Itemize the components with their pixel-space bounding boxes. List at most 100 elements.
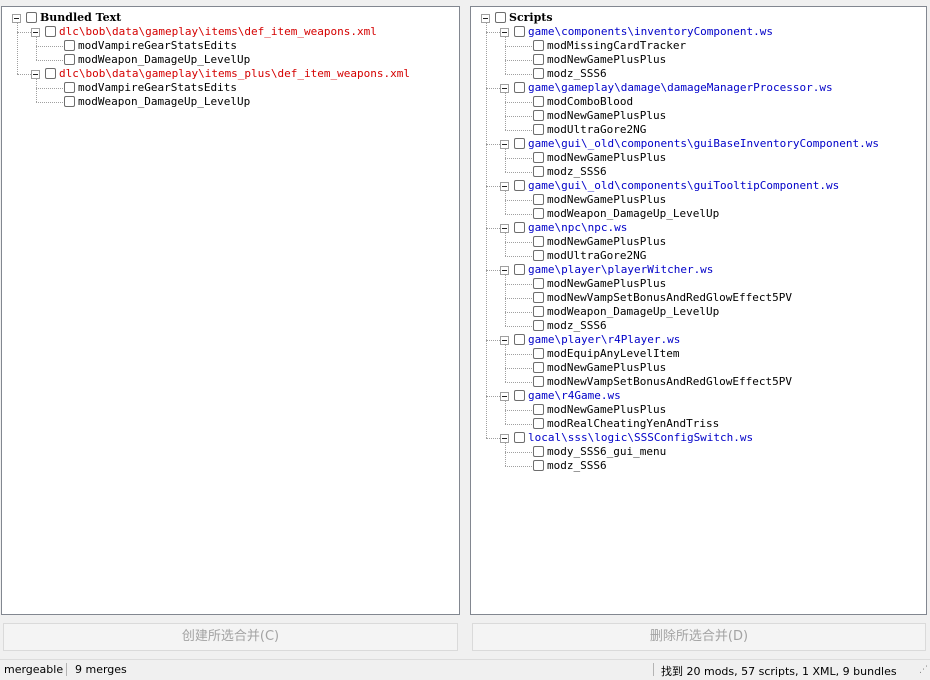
file-group-node[interactable]: game\components\inventoryComponent.ws (471, 25, 926, 39)
create-selected-merge-button[interactable]: 创建所选合并(C) (3, 623, 458, 651)
delete-selected-merge-button[interactable]: 删除所选合并(D) (472, 623, 926, 651)
file-group-node[interactable]: game\player\r4Player.ws (471, 333, 926, 347)
file-group-node[interactable]: local\sss\logic\SSSConfigSwitch.ws (471, 431, 926, 445)
mod-item-node[interactable]: modMissingCardTracker (471, 39, 926, 53)
mod-item-node[interactable]: modz_SSS6 (471, 67, 926, 81)
checkbox[interactable] (514, 26, 525, 37)
checkbox[interactable] (533, 96, 544, 107)
mod-item-node[interactable]: modNewVampSetBonusAndRedGlowEffect5PV (471, 291, 926, 305)
collapse-toggle-icon[interactable] (31, 70, 40, 79)
checkbox[interactable] (533, 278, 544, 289)
file-group-node[interactable]: game\npc\npc.ws (471, 221, 926, 235)
checkbox[interactable] (533, 110, 544, 121)
checkbox[interactable] (533, 166, 544, 177)
mod-item-node[interactable]: modz_SSS6 (471, 319, 926, 333)
mod-item-node[interactable]: modNewVampSetBonusAndRedGlowEffect5PV (471, 375, 926, 389)
checkbox[interactable] (533, 152, 544, 163)
checkbox[interactable] (533, 320, 544, 331)
checkbox[interactable] (533, 292, 544, 303)
bundled-text-panel[interactable]: Bundled Text dlc\bob\data\gameplay\items\… (1, 6, 460, 615)
checkbox[interactable] (64, 40, 75, 51)
checkbox[interactable] (45, 68, 56, 79)
mod-item-node[interactable]: modUltraGore2NG (471, 249, 926, 263)
checkbox[interactable] (533, 124, 544, 135)
collapse-toggle-icon[interactable] (500, 224, 509, 233)
file-group-node[interactable]: game\gui\_old\components\guiBaseInventor… (471, 137, 926, 151)
checkbox[interactable] (533, 446, 544, 457)
scripts-panel[interactable]: Scripts game\components\inventoryComponen… (470, 6, 927, 615)
file-group-node[interactable]: game\gameplay\damage\damageManagerProces… (471, 81, 926, 95)
collapse-toggle-icon[interactable] (500, 392, 509, 401)
checkbox[interactable] (533, 54, 544, 65)
collapse-toggle-icon[interactable] (500, 84, 509, 93)
mod-item-node[interactable]: modWeapon_DamageUp_LevelUp (471, 305, 926, 319)
checkbox[interactable] (514, 264, 525, 275)
checkbox[interactable] (533, 376, 544, 387)
collapse-toggle-icon[interactable] (500, 266, 509, 275)
bundled-text-tree[interactable]: Bundled Text dlc\bob\data\gameplay\items\… (2, 7, 459, 614)
mod-item-node[interactable]: modVampireGearStatsEdits (2, 39, 459, 53)
checkbox[interactable] (533, 68, 544, 79)
collapse-toggle-icon[interactable] (12, 14, 21, 23)
mod-item-node[interactable]: modNewGamePlusPlus (471, 361, 926, 375)
checkbox[interactable] (26, 12, 37, 23)
collapse-toggle-icon[interactable] (31, 28, 40, 37)
checkbox[interactable] (533, 40, 544, 51)
checkbox[interactable] (533, 418, 544, 429)
scripts-tree[interactable]: Scripts game\components\inventoryComponen… (471, 7, 926, 614)
file-group-node[interactable]: game\player\playerWitcher.ws (471, 263, 926, 277)
mod-item-node[interactable]: modNewGamePlusPlus (471, 277, 926, 291)
checkbox[interactable] (514, 334, 525, 345)
mod-item-node[interactable]: mody_SSS6_gui_menu (471, 445, 926, 459)
mod-item-node[interactable]: modz_SSS6 (471, 165, 926, 179)
collapse-toggle-icon[interactable] (500, 140, 509, 149)
file-group-node[interactable]: dlc\bob\data\gameplay\items\def_item_wea… (2, 25, 459, 39)
tree-root-node[interactable]: Bundled Text (2, 11, 459, 25)
mod-item-node[interactable]: modRealCheatingYenAndTriss (471, 417, 926, 431)
checkbox[interactable] (495, 12, 506, 23)
checkbox[interactable] (514, 222, 525, 233)
mod-item-node[interactable]: modVampireGearStatsEdits (2, 81, 459, 95)
checkbox[interactable] (64, 82, 75, 93)
mod-item-node[interactable]: modNewGamePlusPlus (471, 235, 926, 249)
checkbox[interactable] (514, 138, 525, 149)
checkbox[interactable] (514, 82, 525, 93)
checkbox[interactable] (533, 362, 544, 373)
file-group-node[interactable]: game\r4Game.ws (471, 389, 926, 403)
collapse-toggle-icon[interactable] (481, 14, 490, 23)
checkbox[interactable] (64, 54, 75, 65)
resize-grip-icon[interactable]: ⋰ (919, 665, 928, 675)
checkbox[interactable] (533, 460, 544, 471)
mod-item-node[interactable]: modWeapon_DamageUp_LevelUp (2, 95, 459, 109)
mod-item-node[interactable]: modNewGamePlusPlus (471, 109, 926, 123)
collapse-toggle-icon[interactable] (500, 434, 509, 443)
mod-item-node[interactable]: modNewGamePlusPlus (471, 403, 926, 417)
checkbox[interactable] (514, 390, 525, 401)
checkbox[interactable] (45, 26, 56, 37)
checkbox[interactable] (514, 180, 525, 191)
mod-item-node[interactable]: modNewGamePlusPlus (471, 193, 926, 207)
checkbox[interactable] (533, 306, 544, 317)
collapse-toggle-icon[interactable] (500, 28, 509, 37)
checkbox[interactable] (533, 250, 544, 261)
checkbox[interactable] (514, 432, 525, 443)
checkbox[interactable] (533, 208, 544, 219)
checkbox[interactable] (533, 236, 544, 247)
tree-root-node[interactable]: Scripts (471, 11, 926, 25)
checkbox[interactable] (533, 194, 544, 205)
file-group-node[interactable]: game\gui\_old\components\guiTooltipCompo… (471, 179, 926, 193)
mod-item-node[interactable]: modWeapon_DamageUp_LevelUp (2, 53, 459, 67)
mod-item-node[interactable]: modUltraGore2NG (471, 123, 926, 137)
checkbox[interactable] (533, 404, 544, 415)
mod-item-node[interactable]: modComboBlood (471, 95, 926, 109)
collapse-toggle-icon[interactable] (500, 182, 509, 191)
collapse-toggle-icon[interactable] (500, 336, 509, 345)
mod-item-node[interactable]: modz_SSS6 (471, 459, 926, 473)
checkbox[interactable] (533, 348, 544, 359)
file-group-node[interactable]: dlc\bob\data\gameplay\items_plus\def_ite… (2, 67, 459, 81)
mod-item-node[interactable]: modNewGamePlusPlus (471, 53, 926, 67)
mod-item-node[interactable]: modNewGamePlusPlus (471, 151, 926, 165)
checkbox[interactable] (64, 96, 75, 107)
mod-item-node[interactable]: modEquipAnyLevelItem (471, 347, 926, 361)
mod-item-node[interactable]: modWeapon_DamageUp_LevelUp (471, 207, 926, 221)
